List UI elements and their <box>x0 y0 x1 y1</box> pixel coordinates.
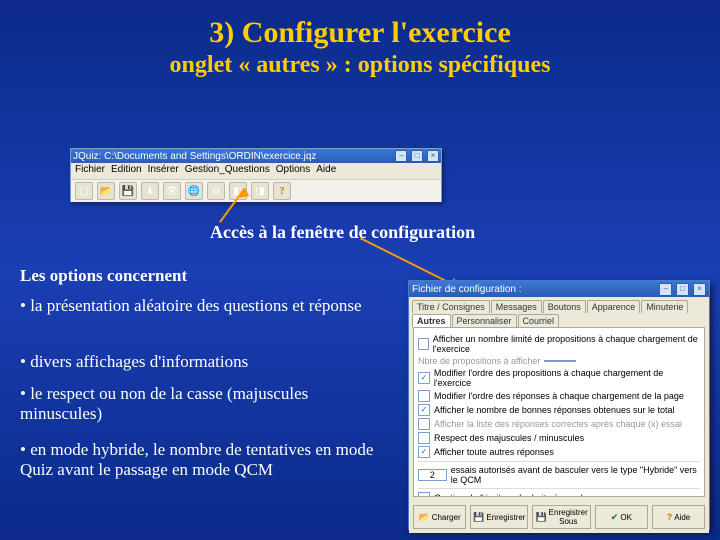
close-icon[interactable]: × <box>693 283 706 296</box>
web-icon[interactable]: 🌐 <box>185 182 203 200</box>
window-controls: – □ × <box>394 150 439 162</box>
bullet-2: • divers affichages d'informations <box>20 352 390 372</box>
tab-buttons[interactable]: Boutons <box>543 300 586 313</box>
help-icon[interactable]: ? <box>273 182 291 200</box>
close-icon[interactable]: × <box>427 150 439 162</box>
help-icon: ? <box>667 512 673 522</box>
maximize-icon[interactable]: □ <box>411 150 423 162</box>
cb-limit-label: Afficher un nombre limité de proposition… <box>433 334 700 354</box>
maximize-icon[interactable]: □ <box>676 283 689 296</box>
menubar: Fichier Edition Insérer Gestion_Question… <box>71 163 441 179</box>
menu-edit[interactable]: Edition <box>111 164 142 178</box>
cb-showcount[interactable]: ✓ <box>418 404 430 416</box>
menu-file[interactable]: Fichier <box>75 164 105 178</box>
save-icon: 💾 <box>473 512 484 523</box>
cb-shuffle-a-label: Modifier l'ordre des réponses à chaque c… <box>434 391 684 401</box>
config-dialog: Fichier de configuration : – □ × Titre /… <box>408 280 710 530</box>
minimize-icon[interactable]: – <box>659 283 672 296</box>
cb-case[interactable] <box>418 432 430 444</box>
limit-input[interactable] <box>544 360 576 362</box>
open-icon[interactable]: 📂 <box>97 182 115 200</box>
window-controls: – □ × <box>658 283 706 296</box>
save-as-button[interactable]: 💾Enregistrer Sous <box>532 505 590 529</box>
slide-title: 3) Configurer l'exercice <box>0 0 720 50</box>
cb-rtl[interactable] <box>418 492 430 497</box>
cb-shuffle-a[interactable] <box>418 390 430 402</box>
menu-options[interactable]: Options <box>276 164 310 178</box>
help-button[interactable]: ?Aide <box>652 505 705 529</box>
tab-customize[interactable]: Personnaliser <box>452 314 517 327</box>
ok-button[interactable]: ✔OK <box>595 505 648 529</box>
tab-appearance[interactable]: Apparence <box>587 300 641 313</box>
menu-insert[interactable]: Insérer <box>148 164 179 178</box>
minimize-icon[interactable]: – <box>395 150 407 162</box>
export-icon[interactable]: ⬇ <box>141 182 159 200</box>
folder-open-icon: 📂 <box>418 512 429 523</box>
cb-rtl-label: Gestion de l'écriture de droite à gauche <box>434 493 591 497</box>
cb-showall-label: Afficher toute autres réponses <box>434 447 554 457</box>
toolbar: ▢ 📂 💾 ⬇ 👁 🌐 ⚙ ◧ ◨ ? <box>71 179 441 202</box>
menu-questions[interactable]: Gestion_Questions <box>185 164 270 178</box>
new-icon[interactable]: ▢ <box>75 182 93 200</box>
config-tabs: Titre / Consignes Messages Boutons Appar… <box>409 297 709 327</box>
jquiz-window-title: JQuiz: C:\Documents and Settings\ORDIN\e… <box>73 151 316 162</box>
load-button[interactable]: 📂Charger <box>413 505 466 529</box>
config-icon[interactable]: ⚙ <box>207 182 225 200</box>
toolbar-misc2-icon[interactable]: ◨ <box>251 182 269 200</box>
dialog-button-bar: 📂Charger 💾Enregistrer 💾Enregistrer Sous … <box>409 501 709 533</box>
cb-shuffle-q-label: Modifier l'ordre des propositions à chaq… <box>434 368 700 388</box>
cb-showcount-label: Afficher le nombre de bonnes réponses ob… <box>434 405 675 415</box>
jquiz-main-window: JQuiz: C:\Documents and Settings\ORDIN\e… <box>70 148 442 202</box>
cb-showall[interactable]: ✓ <box>418 446 430 458</box>
cb-shuffle-q[interactable]: ✓ <box>418 372 430 384</box>
options-heading: Les options concernent <box>20 266 187 286</box>
preview-icon[interactable]: 👁 <box>163 182 181 200</box>
check-icon: ✔ <box>611 512 619 523</box>
hybrid-label: essais autorisés avant de basculer vers … <box>451 465 700 485</box>
tab-others[interactable]: Autres <box>412 314 451 327</box>
tab-messages[interactable]: Messages <box>491 300 542 313</box>
bullet-1: • la présentation aléatoire des question… <box>20 296 390 316</box>
access-label: Accès à la fenêtre de configuration <box>210 222 475 243</box>
config-dialog-title: Fichier de configuration : <box>412 284 522 295</box>
bullet-4: • en mode hybride, le nombre de tentativ… <box>20 440 390 480</box>
slide-subtitle: onglet « autres » : options spécifiques <box>0 52 720 79</box>
tab-email[interactable]: Courriel <box>518 314 560 327</box>
tab-others-pane: Afficher un nombre limité de proposition… <box>413 327 705 497</box>
menu-help[interactable]: Aide <box>316 164 336 178</box>
tab-title[interactable]: Titre / Consignes <box>412 300 490 313</box>
save-button[interactable]: 💾Enregistrer <box>470 505 528 529</box>
cb-limit[interactable] <box>418 338 429 350</box>
hybrid-attempts-input[interactable]: 2 <box>418 469 447 481</box>
toolbar-misc-icon[interactable]: ◧ <box>229 182 247 200</box>
cb-showlist-label: Afficher la liste des réponses correctes… <box>434 419 682 429</box>
cb-showlist[interactable] <box>418 418 430 430</box>
save-as-icon: 💾 <box>535 512 546 523</box>
save-icon[interactable]: 💾 <box>119 182 137 200</box>
tab-timer[interactable]: Minuterie <box>641 300 688 313</box>
limit-label: Nbre de propositions à afficher <box>418 356 540 366</box>
bullet-3: • le respect ou non de la casse (majuscu… <box>20 384 390 424</box>
cb-case-label: Respect des majuscules / minuscules <box>434 433 584 443</box>
